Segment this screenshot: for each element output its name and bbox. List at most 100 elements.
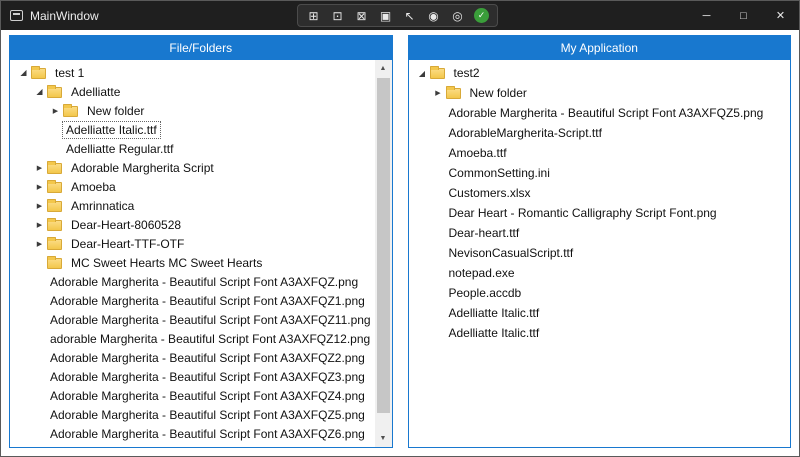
tree-item-label: Dear-Heart-TTF-OTF — [68, 236, 187, 252]
folder-icon — [31, 68, 46, 79]
tree-item-label: Adorable Margherita - Beautiful Script F… — [47, 445, 368, 449]
tree-item-label: Adorable Margherita - Beautiful Script F… — [47, 312, 374, 328]
close-button[interactable]: ✕ — [762, 1, 799, 30]
tree-item-label: test2 — [451, 65, 483, 81]
region-capture-icon[interactable]: ⊠ — [354, 8, 369, 23]
file-folders-header: File/Folders — [9, 35, 393, 60]
my-application-header: My Application — [408, 35, 792, 60]
tree-item[interactable]: Amoeba.ttf — [409, 143, 791, 163]
folder-icon — [63, 106, 78, 117]
tree-item[interactable]: Adorable Margherita - Beautiful Script F… — [10, 424, 375, 443]
tree-item[interactable]: test2 — [409, 63, 791, 83]
tree-item[interactable]: Adelliatte Italic.ttf — [409, 303, 791, 323]
folder-icon — [47, 258, 62, 269]
tree-item-label: New folder — [84, 103, 147, 119]
tree-item-label: Adorable Margherita Script — [68, 160, 217, 176]
tree-item[interactable]: Adelliatte Regular.ttf — [10, 139, 375, 158]
tree-item[interactable]: Adelliatte Italic.ttf — [10, 120, 375, 139]
screen-capture-icon[interactable]: ⊞ — [306, 8, 321, 23]
tree-item-label: notepad.exe — [446, 265, 518, 281]
tree-item[interactable]: Adelliatte — [10, 82, 375, 101]
scroll-down-icon[interactable] — [375, 430, 392, 447]
tree-item-label: Customers.xlsx — [446, 185, 534, 201]
folder-icon — [47, 163, 62, 174]
tree-item-label: Amoeba — [68, 179, 119, 195]
tree-item[interactable]: Adorable Margherita Script — [10, 158, 375, 177]
tree-item-label: Adelliatte Italic.ttf — [446, 325, 543, 341]
minimize-button[interactable]: ─ — [688, 1, 725, 30]
tree-item[interactable]: Amrinnatica — [10, 196, 375, 215]
tree-item[interactable]: Amoeba — [10, 177, 375, 196]
cursor-capture-icon[interactable]: ↖ — [402, 8, 417, 23]
video-capture-icon[interactable]: ⊡ — [330, 8, 345, 23]
expander-collapsed-icon[interactable] — [32, 221, 47, 229]
tree-item[interactable]: test 1 — [10, 63, 375, 82]
status-check-icon[interactable]: ✓ — [474, 8, 489, 23]
tree-item-label: CommonSetting.ini — [446, 165, 553, 181]
folder-icon — [47, 220, 62, 231]
expander-collapsed-icon[interactable] — [431, 89, 446, 97]
tree-item[interactable]: Dear-heart.ttf — [409, 223, 791, 243]
tree-item[interactable]: Adorable Margherita - Beautiful Script F… — [10, 405, 375, 424]
tree-item[interactable]: Adorable Margherita - Beautiful Script F… — [10, 386, 375, 405]
tree-item[interactable]: Dear Heart - Romantic Calligraphy Script… — [409, 203, 791, 223]
folder-icon — [47, 239, 62, 250]
tree-item[interactable]: Dear-Heart-TTF-OTF — [10, 234, 375, 253]
folder-icon — [446, 88, 461, 99]
tree-item[interactable]: Adorable Margherita - Beautiful Script F… — [10, 443, 375, 448]
expander-collapsed-icon[interactable] — [32, 183, 47, 191]
record-icon[interactable]: ◉ — [426, 8, 441, 23]
my-application-panel: My Application test2 New folderAdorable M… — [408, 35, 792, 448]
maximize-button[interactable]: □ — [725, 1, 762, 30]
tree-item-label: Adorable Margherita - Beautiful Script F… — [47, 369, 368, 385]
expander-collapsed-icon[interactable] — [48, 107, 63, 115]
tree-item-label: Adorable Margherita - Beautiful Script F… — [47, 407, 368, 423]
titlebar: MainWindow ⊞ ⊡ ⊠ ▣ ↖ ◉ ◎ ✓ ─ □ ✕ — [1, 1, 799, 30]
scroll-thumb[interactable] — [377, 78, 390, 413]
app-icon — [10, 10, 23, 21]
tree-item[interactable]: Adorable Margherita - Beautiful Script F… — [10, 367, 375, 386]
tree-item-label: Adelliatte Italic.ttf — [446, 305, 543, 321]
tree-item[interactable]: People.accdb — [409, 283, 791, 303]
expander-collapsed-icon[interactable] — [32, 240, 47, 248]
tree-item-label: Adelliatte — [68, 84, 123, 100]
scroll-up-icon[interactable] — [375, 60, 392, 77]
tree-item[interactable]: Adorable Margherita - Beautiful Script F… — [10, 272, 375, 291]
tree-item[interactable]: Customers.xlsx — [409, 183, 791, 203]
window-title: MainWindow — [30, 9, 99, 23]
expander-expanded-icon[interactable] — [32, 87, 47, 96]
tree-item-label: MC Sweet Hearts MC Sweet Hearts — [68, 255, 265, 271]
tree-item-label: Dear Heart - Romantic Calligraphy Script… — [446, 205, 720, 221]
tree-item[interactable]: Adelliatte Italic.ttf — [409, 323, 791, 343]
tree-item[interactable]: adorable Margherita - Beautiful Script F… — [10, 329, 375, 348]
tree-item[interactable]: MC Sweet Hearts MC Sweet Hearts — [10, 253, 375, 272]
tree-item-label: Adorable Margherita - Beautiful Script F… — [47, 293, 368, 309]
content-area: File/Folders test 1AdelliatteNew folderA… — [1, 30, 799, 456]
my-application-tree: test2 New folderAdorable Margherita - Bea… — [408, 60, 792, 448]
tree-item[interactable]: Adorable Margherita - Beautiful Script F… — [409, 103, 791, 123]
vertical-scrollbar[interactable] — [375, 60, 392, 447]
folder-icon — [430, 68, 445, 79]
settings-icon[interactable]: ◎ — [450, 8, 465, 23]
expander-collapsed-icon[interactable] — [32, 202, 47, 210]
expander-expanded-icon[interactable] — [16, 68, 31, 77]
expander-expanded-icon[interactable] — [415, 69, 430, 78]
expander-collapsed-icon[interactable] — [32, 164, 47, 172]
tree-item[interactable]: Adorable Margherita - Beautiful Script F… — [10, 291, 375, 310]
window-capture-icon[interactable]: ▣ — [378, 8, 393, 23]
tree-item[interactable]: New folder — [10, 101, 375, 120]
tree-item-label: Dear-Heart-8060528 — [68, 217, 184, 233]
tree-item[interactable]: Adorable Margherita - Beautiful Script F… — [10, 348, 375, 367]
file-folders-tree: test 1 Adelliatte New folderAdelliatte Ita… — [9, 60, 393, 448]
tree-item[interactable]: Adorable Margherita - Beautiful Script F… — [10, 310, 375, 329]
tree-item[interactable]: New folder — [409, 83, 791, 103]
tree-item-label: adorable Margherita - Beautiful Script F… — [47, 331, 373, 347]
tree-item[interactable]: notepad.exe — [409, 263, 791, 283]
tree-item-label: test 1 — [52, 65, 87, 81]
tree-item[interactable]: NevisonCasualScript.ttf — [409, 243, 791, 263]
tree-item-label: Adorable Margherita - Beautiful Script F… — [47, 426, 368, 442]
tree-item[interactable]: AdorableMargherita-Script.ttf — [409, 123, 791, 143]
tree-item[interactable]: Dear-Heart-8060528 — [10, 215, 375, 234]
tree-item-label: People.accdb — [446, 285, 525, 301]
tree-item[interactable]: CommonSetting.ini — [409, 163, 791, 183]
